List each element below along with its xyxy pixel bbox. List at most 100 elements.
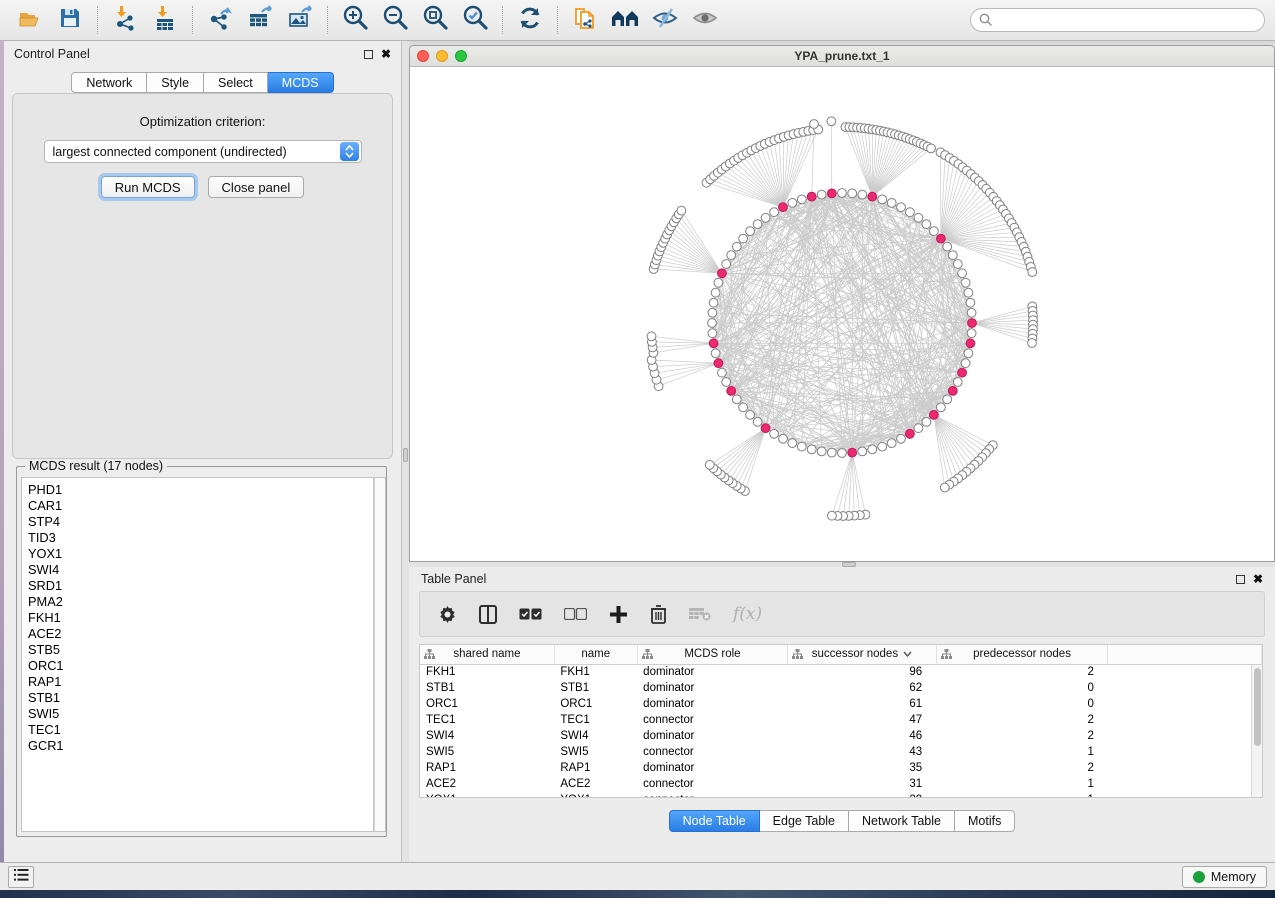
network-node[interactable] [927,144,936,153]
network-node[interactable] [711,288,720,297]
zoom-fit-button[interactable] [415,3,455,37]
column-header-shared-name[interactable]: shared name [420,645,554,664]
network-node[interactable] [868,445,877,454]
mcds-hub-node[interactable] [958,368,967,377]
mcds-result-item[interactable]: TID3 [28,530,373,546]
cell-successor_nodes[interactable]: 29 [788,792,937,798]
tab-mcds[interactable]: MCDS [268,72,334,93]
network-node[interactable] [709,298,718,307]
network-node[interactable] [838,189,847,198]
column-header-successor-nodes[interactable]: successor nodes [788,645,937,664]
network-node[interactable] [732,395,741,404]
network-node[interactable] [779,434,788,443]
network-node[interactable] [761,213,770,222]
mcds-hub-node[interactable] [968,319,977,328]
cell-mcds_role[interactable]: dominator [637,680,788,696]
cell-shared_name[interactable]: RAP1 [420,760,554,776]
zoom-in-button[interactable] [335,3,375,37]
cell-shared_name[interactable]: SWI4 [420,728,554,744]
export-network-button[interactable] [200,3,240,37]
tab-style[interactable]: Style [147,72,204,93]
save-session-button[interactable] [50,3,90,37]
close-panel-icon[interactable]: ✖ [381,50,391,59]
network-node[interactable] [1028,268,1037,277]
cell-shared_name[interactable]: SWI5 [420,744,554,760]
network-node[interactable] [966,298,975,307]
close-panel-button[interactable]: Close panel [208,176,305,198]
mcds-result-item[interactable]: RAP1 [28,674,373,690]
network-node[interactable] [788,439,797,448]
network-node[interactable] [943,242,952,251]
network-node[interactable] [961,278,970,287]
table-row[interactable]: STB1STB1dominator620 [420,680,1262,696]
network-node[interactable] [887,439,896,448]
export-table-button[interactable] [240,3,280,37]
cell-name[interactable]: FKH1 [554,664,637,680]
tab-select[interactable]: Select [204,72,268,93]
table-row[interactable]: SWI5SWI5connector431 [420,744,1262,760]
network-node[interactable] [964,349,973,358]
mcds-result-item[interactable]: SWI5 [28,706,373,722]
mcds-hub-node[interactable] [714,359,723,368]
open-session-button[interactable] [10,3,50,37]
network-node[interactable] [708,308,717,317]
cell-shared_name[interactable]: ACE2 [420,776,554,792]
network-node[interactable] [788,199,797,208]
network-node[interactable] [727,251,736,260]
select-all-columns-icon[interactable] [519,608,542,620]
mcds-result-item[interactable]: ACE2 [28,626,373,642]
mcds-result-item[interactable]: SWI4 [28,562,373,578]
run-mcds-button[interactable]: Run MCDS [101,176,195,198]
mcds-hub-node[interactable] [868,192,877,201]
cell-predecessor_nodes[interactable]: 2 [936,728,1108,744]
cell-mcds_role[interactable]: connector [637,792,788,798]
network-node[interactable] [807,445,816,454]
mcds-hub-node[interactable] [906,429,915,438]
add-column-icon[interactable] [609,605,628,624]
cell-predecessor_nodes[interactable]: 1 [936,744,1108,760]
optimization-criterion-dropdown[interactable]: largest connected component (undirected) [44,140,362,163]
column-header-predecessor-nodes[interactable]: predecessor nodes [936,645,1108,664]
network-node[interactable] [967,329,976,338]
network-node[interactable] [906,208,915,217]
export-image-button[interactable] [280,3,320,37]
table-row[interactable]: ACE2ACE2connector311 [420,776,1262,792]
network-node[interactable] [953,378,962,387]
mcds-result-item[interactable]: GCR1 [28,738,373,754]
mcds-hub-node[interactable] [807,192,816,201]
cell-predecessor_nodes[interactable]: 0 [936,696,1108,712]
network-node[interactable] [937,403,946,412]
function-builder-icon[interactable]: f(x) [733,604,762,624]
table-row[interactable]: YOX1YOX1connector291 [420,792,1262,798]
cell-successor_nodes[interactable]: 62 [788,680,937,696]
network-node[interactable] [930,227,939,236]
network-node[interactable] [677,206,686,215]
network-node[interactable] [827,117,836,126]
cell-name[interactable]: RAP1 [554,760,637,776]
hide-details-button[interactable] [645,3,685,37]
cell-shared_name[interactable]: STB1 [420,680,554,696]
network-node[interactable] [964,288,973,297]
cell-successor_nodes[interactable]: 47 [788,712,937,728]
network-node[interactable] [878,442,887,451]
memory-button[interactable]: Memory [1182,866,1267,888]
zoom-out-button[interactable] [375,3,415,37]
mcds-result-item[interactable]: TEC1 [28,722,373,738]
table-scrollbar[interactable] [1251,665,1262,797]
network-node[interactable] [940,483,949,492]
apply-layout-button[interactable] [510,3,550,37]
table-settings-gear-icon[interactable] [438,605,457,624]
mcds-result-scrollbar[interactable] [374,477,386,832]
mcds-result-item[interactable]: PMA2 [28,594,373,610]
network-node[interactable] [958,269,967,278]
cell-successor_nodes[interactable]: 31 [788,776,937,792]
cell-mcds_role[interactable]: dominator [637,664,788,680]
float-panel-icon[interactable] [364,50,373,59]
cell-successor_nodes[interactable]: 96 [788,664,937,680]
network-node[interactable] [858,190,867,199]
network-node[interactable] [705,461,714,470]
network-node[interactable] [897,434,906,443]
mcds-result-item[interactable]: STB5 [28,642,373,658]
network-node[interactable] [810,120,819,129]
cell-name[interactable]: SWI4 [554,728,637,744]
